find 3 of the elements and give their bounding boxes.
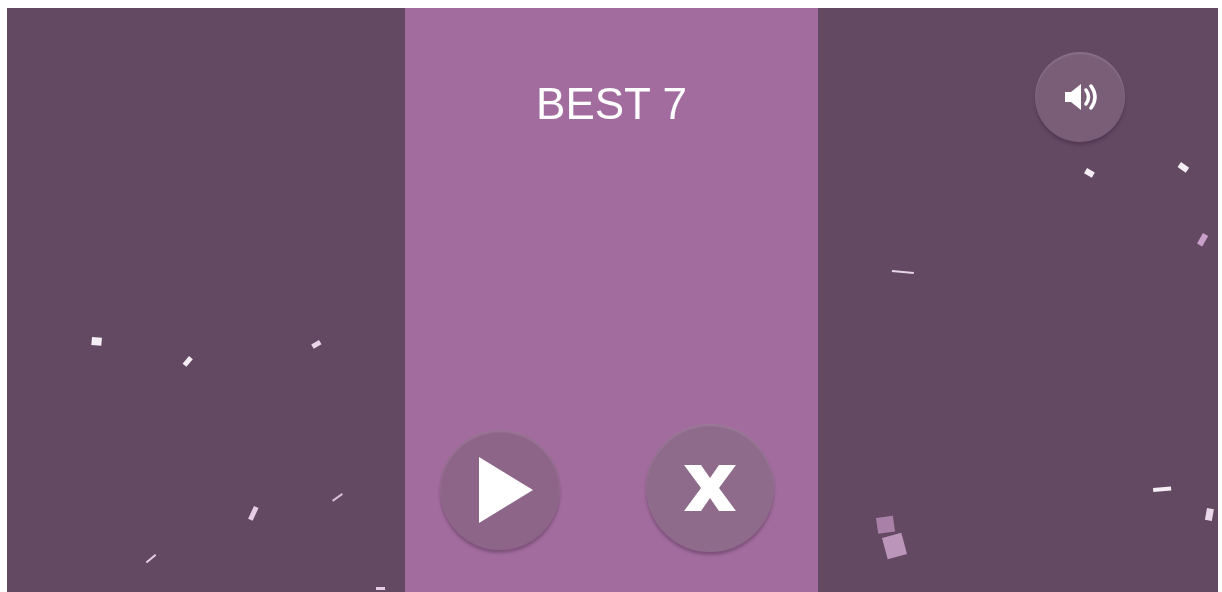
close-icon: [684, 465, 736, 511]
play-icon: [479, 457, 533, 523]
best-score: BEST 7: [536, 79, 687, 129]
